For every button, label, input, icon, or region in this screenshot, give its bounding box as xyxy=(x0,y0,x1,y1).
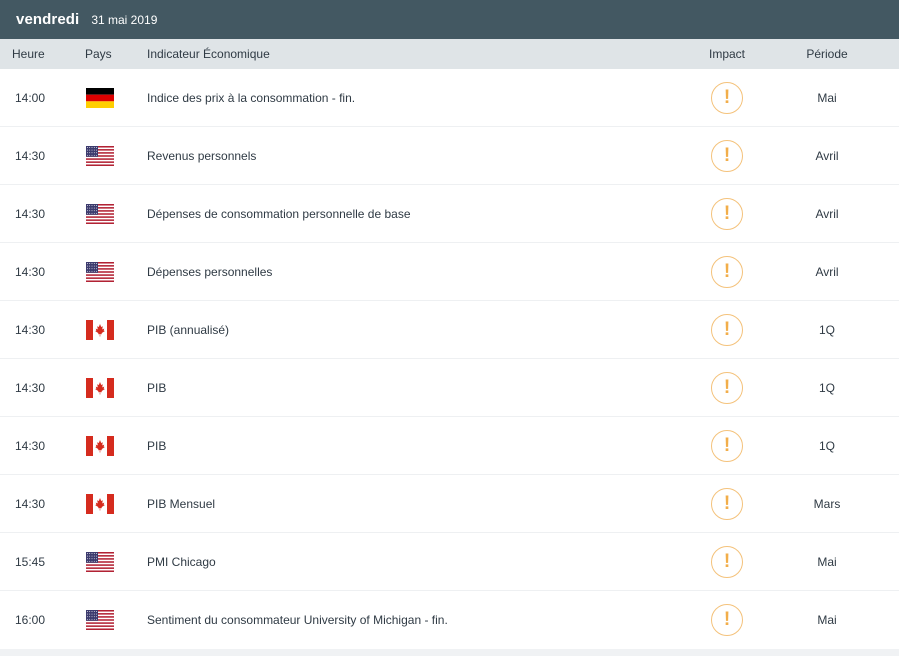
event-row[interactable]: 16:00 Sentiment du consommateur Universit… xyxy=(0,591,899,649)
day-date: 31 mai 2019 xyxy=(91,12,158,27)
event-indicator[interactable]: PIB xyxy=(147,381,707,395)
event-period: Mai xyxy=(817,613,837,627)
impact-warning-icon[interactable]: ! xyxy=(711,371,743,404)
event-time: 14:30 xyxy=(15,206,46,221)
us-flag-icon xyxy=(72,610,147,630)
us-flag-icon xyxy=(72,203,147,224)
impact-cell: ! xyxy=(707,545,747,578)
impact-cell: ! xyxy=(707,139,747,172)
impact-warning-icon[interactable]: ! xyxy=(711,255,743,288)
impact-cell: ! xyxy=(707,429,747,462)
event-row[interactable]: 14:30 PIB! 1Q xyxy=(0,359,899,417)
event-row[interactable]: 14:30 Dépenses personnelles! Avril xyxy=(0,243,899,301)
day-header: vendredi 31 mai 2019 xyxy=(0,0,899,39)
ca-flag-icon xyxy=(72,377,147,398)
column-header-row: Heure Pays Indicateur Économique Impact … xyxy=(0,39,899,69)
impact-warning-icon[interactable]: ! xyxy=(711,197,743,230)
ca-flag-icon xyxy=(72,435,147,456)
impact-cell: ! xyxy=(707,487,747,520)
impact-warning-icon[interactable]: ! xyxy=(711,81,743,114)
event-indicator[interactable]: Revenus personnels xyxy=(147,149,707,163)
event-time: 14:30 xyxy=(15,438,46,453)
impact-cell: ! xyxy=(707,313,747,346)
event-time: 14:00 xyxy=(15,90,46,105)
event-row[interactable]: 14:30 PIB (annualisé)! 1Q xyxy=(0,301,899,359)
event-period: Mai xyxy=(817,554,837,569)
event-indicator[interactable]: PMI Chicago xyxy=(147,555,707,569)
event-time: 14:30 xyxy=(15,322,46,337)
bottom-divider xyxy=(0,649,899,656)
impact-warning-icon[interactable]: ! xyxy=(711,429,743,462)
impact-cell: ! xyxy=(707,255,747,288)
event-period: Avril xyxy=(815,148,839,163)
event-row[interactable]: 14:30 PIB Mensuel! Mars xyxy=(0,475,899,533)
event-list: 14:00 Indice des prix à la consommation -… xyxy=(0,69,900,649)
event-time: 15:45 xyxy=(15,554,46,569)
event-indicator[interactable]: PIB (annualisé) xyxy=(147,323,707,337)
event-period: Avril xyxy=(815,264,839,279)
event-time: 16:00 xyxy=(15,613,46,627)
column-header-impact: Impact xyxy=(708,47,745,61)
event-period: 1Q xyxy=(818,380,835,395)
event-time: 14:30 xyxy=(15,496,46,511)
us-flag-icon xyxy=(72,261,147,282)
event-indicator[interactable]: Dépenses personnelles xyxy=(147,265,707,279)
event-time: 14:30 xyxy=(15,380,46,395)
ca-flag-icon xyxy=(72,319,147,340)
impact-cell: ! xyxy=(707,604,747,636)
event-indicator[interactable]: Indice des prix à la consommation - fin. xyxy=(147,91,707,105)
event-period: Avril xyxy=(815,206,839,221)
impact-warning-icon[interactable]: ! xyxy=(711,313,743,346)
us-flag-icon xyxy=(72,145,147,166)
event-period: 1Q xyxy=(818,438,835,453)
impact-warning-icon[interactable]: ! xyxy=(711,487,743,520)
event-row[interactable]: 14:00 Indice des prix à la consommation -… xyxy=(0,69,899,127)
event-row[interactable]: 15:45 PMI Chicago! Mai xyxy=(0,533,899,591)
event-period: Mars xyxy=(813,496,841,511)
column-header-time: Heure xyxy=(12,47,45,61)
impact-cell: ! xyxy=(707,81,747,114)
impact-warning-icon[interactable]: ! xyxy=(711,545,743,578)
event-time: 14:30 xyxy=(15,148,46,163)
event-indicator[interactable]: Sentiment du consommateur University of … xyxy=(147,613,707,627)
event-time: 14:30 xyxy=(15,264,46,279)
column-header-country: Pays xyxy=(85,47,112,61)
event-indicator[interactable]: Dépenses de consommation personnelle de … xyxy=(147,207,707,221)
event-row[interactable]: 14:30 Revenus personnels! Avril xyxy=(0,127,899,185)
impact-cell: ! xyxy=(707,197,747,230)
column-header-indicator: Indicateur Économique xyxy=(147,47,270,61)
event-row[interactable]: 14:30 PIB! 1Q xyxy=(0,417,899,475)
event-period: 1Q xyxy=(818,322,835,337)
event-period: Mai xyxy=(817,90,837,105)
impact-cell: ! xyxy=(707,371,747,404)
day-name: vendredi xyxy=(16,11,80,28)
impact-warning-icon[interactable]: ! xyxy=(711,604,743,636)
impact-warning-icon[interactable]: ! xyxy=(711,139,743,172)
de-flag-icon xyxy=(72,87,147,108)
column-header-period: Période xyxy=(806,47,848,61)
event-row[interactable]: 14:30 Dépenses de consommation personnell… xyxy=(0,185,899,243)
us-flag-icon xyxy=(72,551,147,572)
ca-flag-icon xyxy=(72,493,147,514)
event-indicator[interactable]: PIB Mensuel xyxy=(147,497,707,511)
event-indicator[interactable]: PIB xyxy=(147,439,707,453)
